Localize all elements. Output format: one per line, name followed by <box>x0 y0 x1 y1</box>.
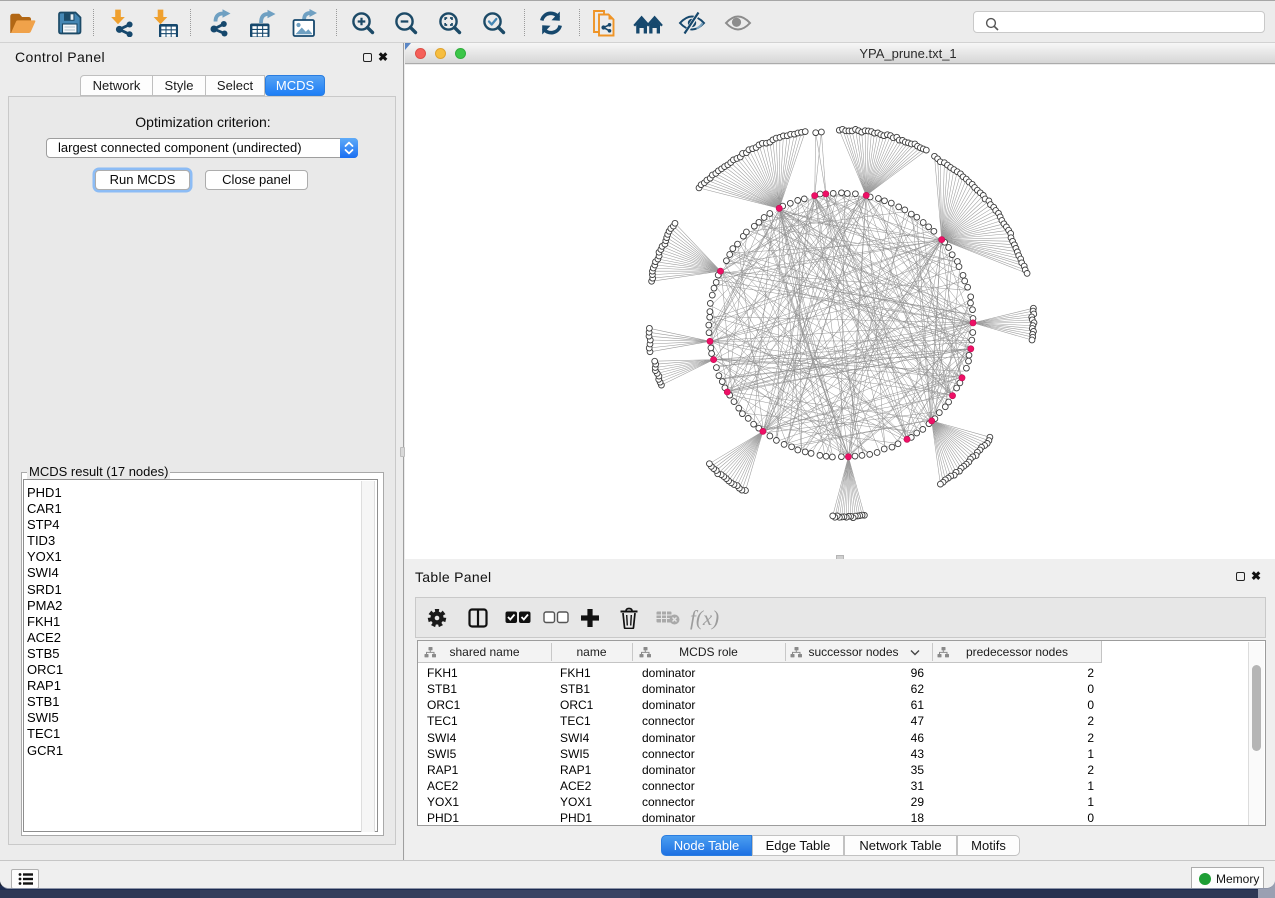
svg-text:f(x): f(x) <box>690 606 719 630</box>
